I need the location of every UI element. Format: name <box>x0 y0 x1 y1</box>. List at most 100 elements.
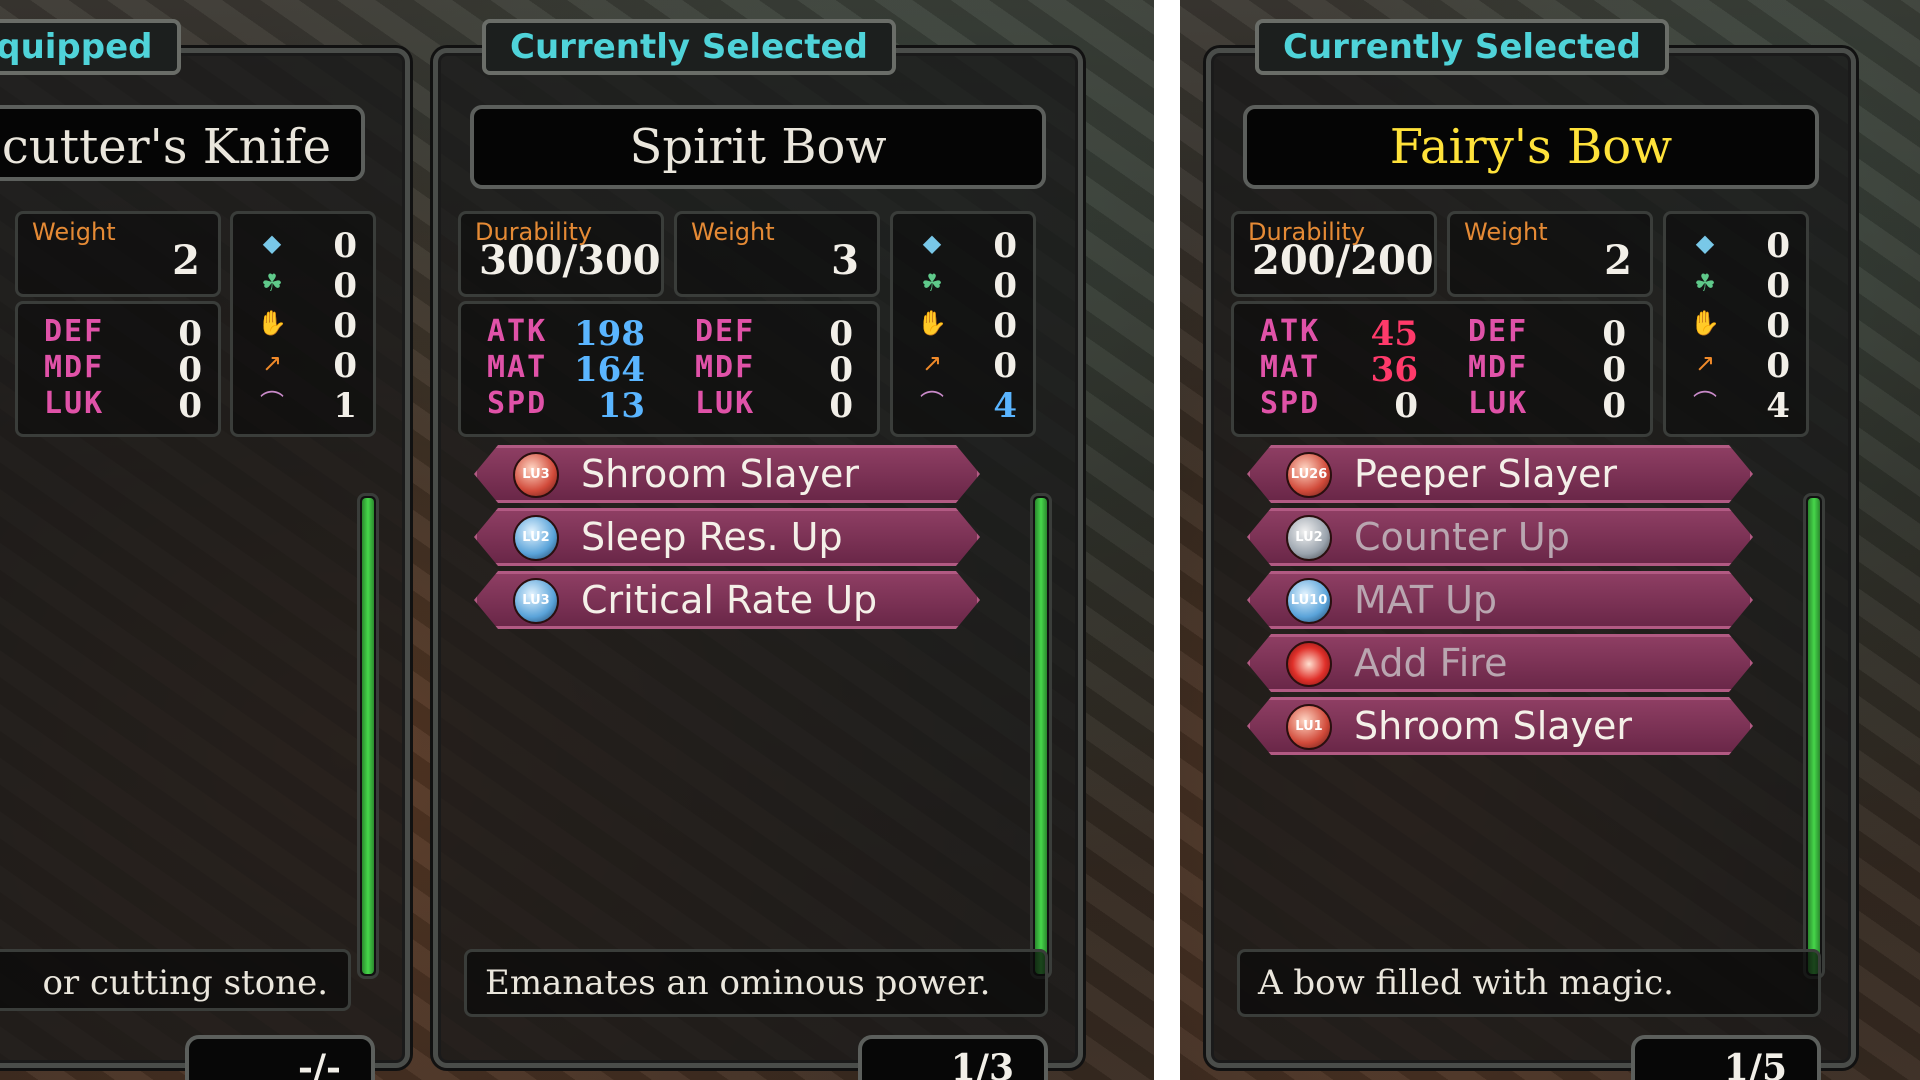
element-stats: ◆ 0 ☘ 0 ✋ 0 ↗ 0 ⌒ 1 <box>230 211 376 437</box>
right-screenshot: Currently Selected Fairy's Bow Durabilit… <box>1180 0 1920 1080</box>
element-stats: ◆ 0 ☘ 0 ✋ 0 ↗ 0 ⌒ 4 <box>1663 211 1809 437</box>
water-drop-icon: ◆ <box>262 229 282 257</box>
leaf-icon: ☘ <box>261 269 283 297</box>
item-description: Emanates an ominous power. <box>464 949 1048 1017</box>
page-indicator: 1/5 <box>1631 1035 1821 1080</box>
skill-item[interactable]: LU26 Peeper Slayer <box>1247 445 1753 503</box>
counter-icon: LU2 <box>1286 515 1332 561</box>
skill-item[interactable]: Add Fire <box>1247 634 1753 692</box>
water-drop-icon: ◆ <box>1695 229 1715 257</box>
stat-row-luk: LUK 0 <box>695 386 853 426</box>
slayer-icon: LU3 <box>513 452 559 498</box>
skill-name: Shroom Slayer <box>581 452 860 496</box>
skill-name: MAT Up <box>1354 578 1498 622</box>
equipped-panel: Equipped cutter's Knife Weight 2 DEF0 MD… <box>0 19 410 1080</box>
element-row: ↗ 0 <box>1666 346 1806 386</box>
scrollbar[interactable] <box>357 493 379 979</box>
left-screenshot: Equipped cutter's Knife Weight 2 DEF0 MD… <box>0 0 1154 1080</box>
weight-cell: Weight 2 <box>15 211 221 297</box>
selected-tab: Currently Selected <box>1255 19 1669 75</box>
sleep-icon: LU2 <box>513 515 559 561</box>
skill-item[interactable]: LU3 Shroom Slayer <box>474 445 980 503</box>
fire-arrow-icon: ↗ <box>261 349 283 377</box>
sickle-icon: ⌒ <box>260 389 284 417</box>
screenshot-divider <box>1154 0 1180 1080</box>
leaf-icon: ☘ <box>1694 269 1716 297</box>
slayer-icon: LU26 <box>1286 452 1332 498</box>
defense-stats: DEF 0 MDF 0 LUK 0 <box>15 301 221 437</box>
durability-value: 300/300 <box>479 237 661 284</box>
leaf-icon: ☘ <box>921 269 943 297</box>
stat-row-spd: SPD 13 <box>487 386 645 426</box>
element-row: ✋ 0 <box>257 306 357 346</box>
weight-cell: Weight 2 <box>1447 211 1653 297</box>
sickle-icon: ⌒ <box>1693 389 1717 417</box>
sickle-icon: ⌒ <box>920 389 944 417</box>
element-row: ⌒ 4 <box>893 386 1033 426</box>
page-indicator: -/- <box>185 1035 375 1080</box>
element-stats: ◆ 0 ☘ 0 ✋ 0 ↗ 0 ⌒ 4 <box>890 211 1036 437</box>
fire-arrow-icon: ↗ <box>921 349 943 377</box>
element-row: ✋ 0 <box>1690 306 1790 346</box>
stat-row-def: DEF 0 <box>695 314 853 354</box>
stat-row-def: DEF 0 <box>1468 314 1626 354</box>
element-row: ◆ 0 <box>1666 226 1806 266</box>
hand-icon: ✋ <box>917 309 947 337</box>
selected-panel: Currently Selected Fairy's Bow Durabilit… <box>1206 19 1856 1080</box>
element-row: ◆ 0 <box>233 226 373 266</box>
element-row: ✋ 0 <box>917 306 1017 346</box>
element-row: ↗ 0 <box>233 346 373 386</box>
skill-name: Critical Rate Up <box>581 578 878 622</box>
stat-row-luk: LUK 0 <box>1468 386 1626 426</box>
skill-item[interactable]: LU10 MAT Up <box>1247 571 1753 629</box>
mat-icon: LU10 <box>1286 578 1332 624</box>
element-row: ◆ 0 <box>893 226 1033 266</box>
element-row: ⌒ 1 <box>233 386 373 426</box>
durability-cell: Durability 200/200 <box>1231 211 1437 297</box>
skill-name: Add Fire <box>1354 641 1508 685</box>
fire-icon <box>1286 641 1332 687</box>
water-drop-icon: ◆ <box>922 229 942 257</box>
stat-row-mdf: MDF 0 <box>695 350 853 390</box>
scrollbar[interactable] <box>1030 493 1052 979</box>
scrollbar-fill <box>362 498 374 974</box>
scrollbar-fill <box>1035 498 1047 974</box>
durability-cell: Durability 300/300 <box>458 211 664 297</box>
scrollbar[interactable] <box>1803 493 1825 979</box>
stat-row-atk: ATK 198 <box>487 314 645 354</box>
skill-name: Shroom Slayer <box>1354 704 1633 748</box>
element-row: ☘ 0 <box>233 266 373 306</box>
hand-icon: ✋ <box>257 309 287 337</box>
weapon-name: cutter's Knife <box>0 105 365 181</box>
weight-label: Weight <box>1464 218 1548 246</box>
attack-defense-stats: ATK 198 MAT 164 SPD 13 DEF 0 MDF 0 LUK 0 <box>458 301 880 437</box>
selected-tab: Currently Selected <box>482 19 896 75</box>
scrollbar-fill <box>1808 498 1820 974</box>
durability-value: 200/200 <box>1252 237 1434 284</box>
stat-row-def: DEF 0 <box>44 314 202 354</box>
weapon-name: Spirit Bow <box>470 105 1046 189</box>
element-row: ☘ 0 <box>1666 266 1806 306</box>
weight-label: Weight <box>691 218 775 246</box>
skill-item[interactable]: LU2 Counter Up <box>1247 508 1753 566</box>
skill-name: Sleep Res. Up <box>581 515 843 559</box>
skill-name: Counter Up <box>1354 515 1570 559</box>
element-row: ⌒ 4 <box>1666 386 1806 426</box>
weapon-name: Fairy's Bow <box>1243 105 1819 189</box>
weight-value: 2 <box>172 237 200 284</box>
selected-panel: Currently Selected Spirit Bow Durability… <box>433 19 1083 1080</box>
stat-row-atk: ATK 45 <box>1260 314 1418 354</box>
item-description: A bow filled with magic. <box>1237 949 1821 1017</box>
stat-row-mdf: MDF 0 <box>44 350 202 390</box>
weight-label: Weight <box>32 218 116 246</box>
weight-cell: Weight 3 <box>674 211 880 297</box>
skill-item[interactable]: LU3 Critical Rate Up <box>474 571 980 629</box>
skill-item[interactable]: LU1 Shroom Slayer <box>1247 697 1753 755</box>
element-row: ↗ 0 <box>893 346 1033 386</box>
stat-row-spd: SPD 0 <box>1260 386 1418 426</box>
skill-name: Peeper Slayer <box>1354 452 1617 496</box>
fire-arrow-icon: ↗ <box>1694 349 1716 377</box>
critical-icon: LU3 <box>513 578 559 624</box>
skill-item[interactable]: LU2 Sleep Res. Up <box>474 508 980 566</box>
page-indicator: 1/3 <box>858 1035 1048 1080</box>
